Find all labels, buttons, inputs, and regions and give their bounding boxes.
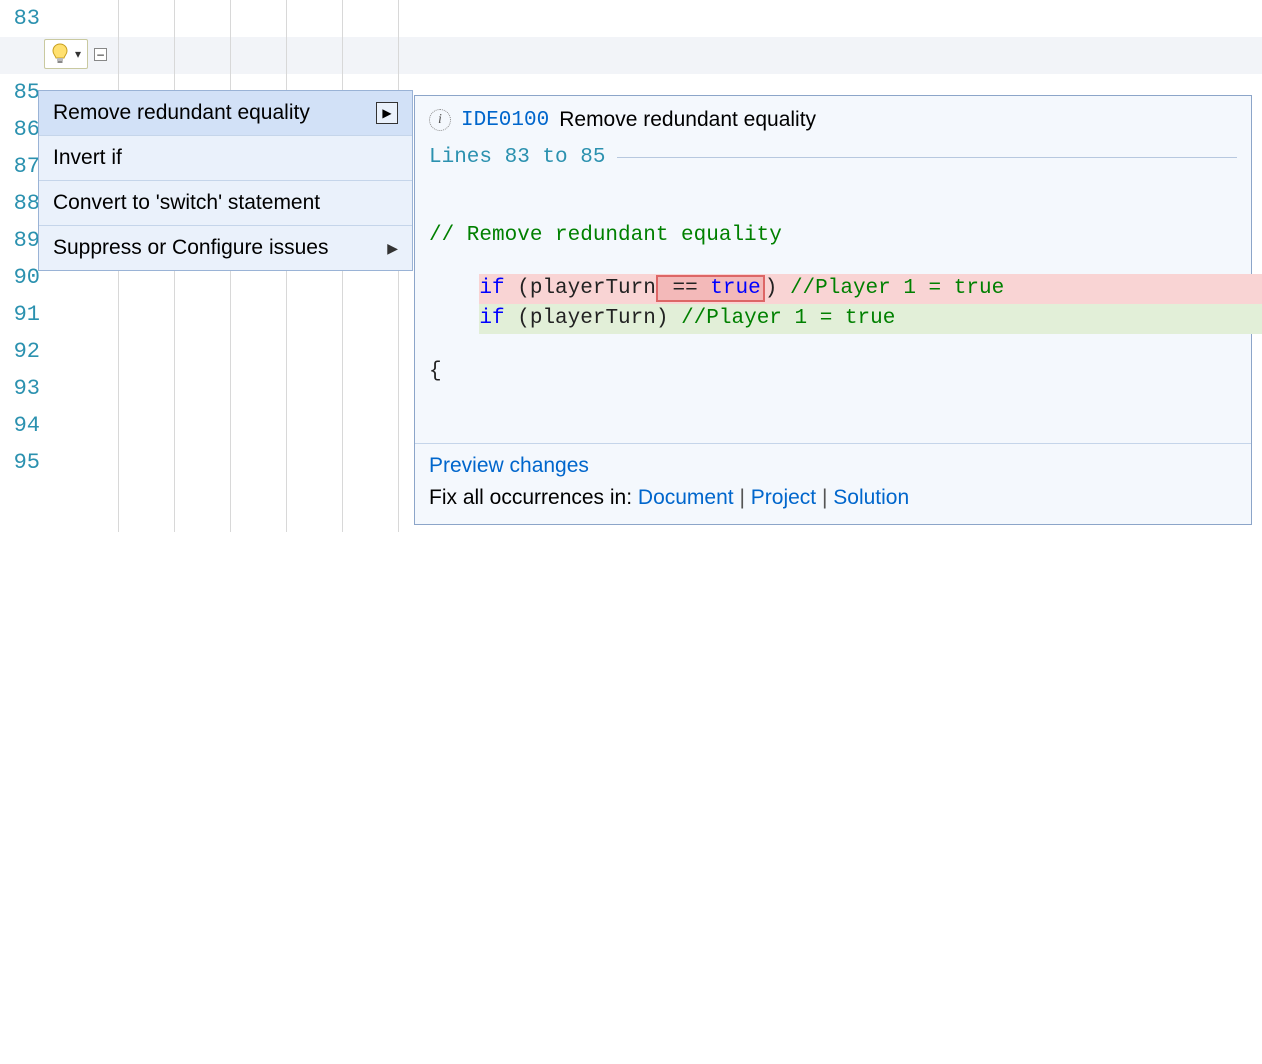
preview-changes-link[interactable]: Preview changes xyxy=(429,454,589,477)
diff-block: // Remove redundant equality if (playerT… xyxy=(415,175,1251,443)
quick-action-item[interactable]: Invert if xyxy=(39,136,412,181)
line-number: 92 xyxy=(0,333,40,370)
lightbulb-icon xyxy=(51,43,69,65)
code-line xyxy=(48,740,1262,777)
line-number: 95 xyxy=(0,444,40,481)
line-number: 93 xyxy=(0,370,40,407)
diff-added-line: if (playerTurn) //Player 1 = true xyxy=(479,304,1262,334)
quick-actions-menu: Remove redundant equality ▶ Invert if Conve… xyxy=(38,90,413,271)
line-number: 90 xyxy=(0,259,40,296)
quick-action-label: Convert to 'switch' statement xyxy=(53,191,320,215)
lightbulb-button[interactable]: ▾ xyxy=(44,39,88,69)
diff-removed-line: if (playerTurn == true) //Player 1 = tru… xyxy=(479,274,1262,304)
line-number: 94 xyxy=(0,407,40,444)
fix-scope-project[interactable]: Project xyxy=(751,486,816,509)
quick-action-item[interactable]: Convert to 'switch' statement xyxy=(39,181,412,226)
rule-id: IDE0100 xyxy=(461,109,549,132)
quick-action-label: Invert if xyxy=(53,146,122,170)
line-number: 86 xyxy=(0,111,40,148)
divider xyxy=(617,157,1237,158)
preview-title: Remove redundant equality xyxy=(559,108,816,132)
preview-header: i IDE0100 Remove redundant equality xyxy=(415,96,1251,142)
submenu-arrow-icon: ▶ xyxy=(376,102,398,124)
lines-label: Lines 83 to 85 xyxy=(429,146,605,169)
quick-action-item[interactable]: Remove redundant equality ▶ xyxy=(39,91,412,136)
quick-action-label: Remove redundant equality xyxy=(53,101,310,125)
quick-action-label: Suppress or Configure issues xyxy=(53,236,328,260)
fix-scope-solution[interactable]: Solution xyxy=(833,486,909,509)
code-line xyxy=(48,962,1262,999)
preview-lines-bar: Lines 83 to 85 xyxy=(415,142,1251,175)
code-outline-toggle[interactable]: – xyxy=(94,48,107,61)
line-number: 88 xyxy=(0,185,40,222)
submenu-arrow-icon: ▶ xyxy=(387,240,398,257)
code-line xyxy=(48,629,1262,666)
fix-scope-document[interactable]: Document xyxy=(638,486,734,509)
chevron-down-icon: ▾ xyxy=(75,47,81,61)
diff-context: // Remove redundant equality xyxy=(429,221,1237,251)
quick-action-preview: i IDE0100 Remove redundant equality Line… xyxy=(414,95,1252,525)
lightbulb-group: ▾ – xyxy=(44,39,107,69)
quick-action-item[interactable]: Suppress or Configure issues ▶ xyxy=(39,226,412,270)
preview-footer: Preview changes Fix all occurrences in: … xyxy=(415,443,1251,524)
diff-context: { xyxy=(429,357,1237,387)
info-icon: i xyxy=(429,109,451,131)
removed-token-highlight: == true xyxy=(656,275,765,302)
fix-all-row: Fix all occurrences in: Document | Proje… xyxy=(429,486,1237,510)
line-number: 83 xyxy=(0,0,40,37)
line-number: 85 xyxy=(0,74,40,111)
line-number: 91 xyxy=(0,296,40,333)
line-number: 87 xyxy=(0,148,40,185)
fix-all-label: Fix all occurrences in: xyxy=(429,486,638,509)
line-number: 89 xyxy=(0,222,40,259)
code-line xyxy=(48,851,1262,888)
